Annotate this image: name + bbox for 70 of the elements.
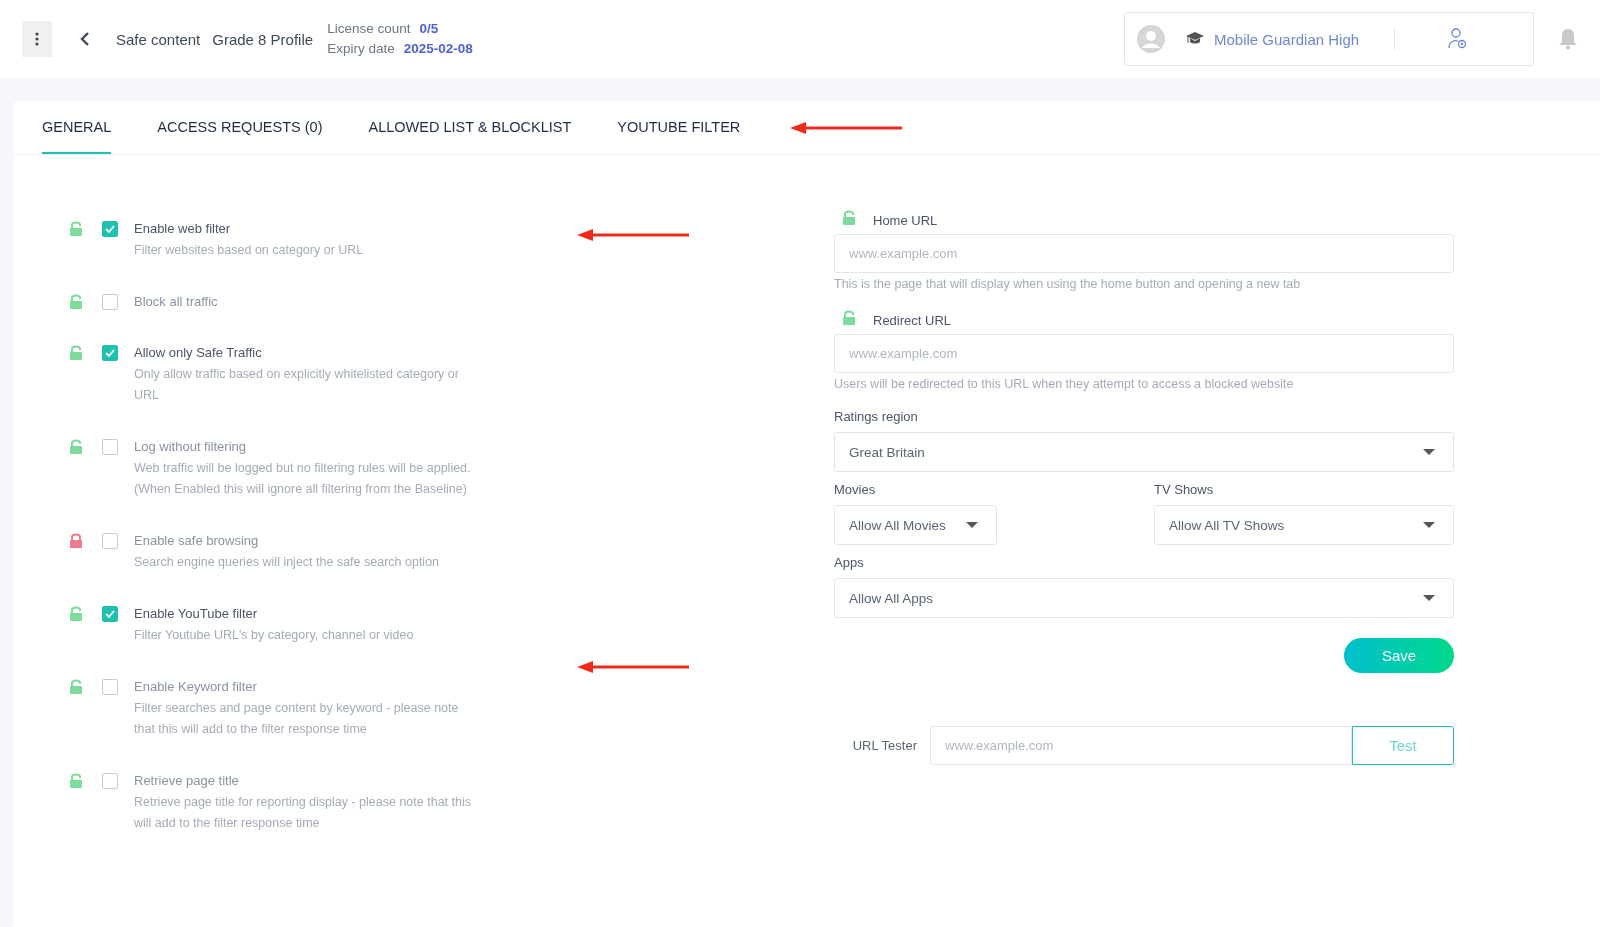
setting-description: Filter websites based on category or URL: [134, 242, 365, 259]
tab[interactable]: ACCESS REQUESTS (0): [157, 102, 323, 154]
setting-title: Enable YouTube filter: [134, 605, 259, 623]
url-tester-input[interactable]: www.example.com: [930, 726, 1352, 765]
menu-icon: [35, 32, 39, 46]
unlock-icon[interactable]: [69, 678, 83, 695]
region-select[interactable]: Great Britain: [834, 432, 1454, 472]
setting-description: Filter Youtube URL's by category, channel or video: [134, 627, 415, 644]
setting-title: Enable web filter: [134, 220, 232, 238]
unlock-icon[interactable]: [842, 309, 856, 326]
checkbox[interactable]: [102, 606, 118, 622]
unlock-icon[interactable]: [69, 772, 83, 789]
checkbox[interactable]: [102, 439, 118, 455]
setting-description: Filter searches and page content by keyword - please note that this will add to the filter response time: [134, 700, 460, 738]
setting-title: Enable safe browsing: [134, 532, 260, 550]
tab[interactable]: ALLOWED LIST & BLOCKLIST: [368, 102, 572, 154]
caret-icon: [966, 522, 978, 528]
setting-title: Enable Keyword filter: [134, 678, 258, 696]
unlock-icon[interactable]: [69, 293, 83, 310]
user-settings-icon[interactable]: [1448, 28, 1469, 50]
checkbox[interactable]: [102, 221, 118, 237]
setting-description: Retrieve page title for reporting display - please note that this will add to the filter response time: [134, 794, 472, 832]
license-label: License count: [327, 21, 411, 36]
lock-icon[interactable]: [69, 532, 83, 549]
tab[interactable]: GENERAL: [42, 102, 112, 154]
back-icon[interactable]: [80, 31, 90, 47]
checkbox[interactable]: [102, 294, 118, 310]
url-input[interactable]: www.example.com: [834, 334, 1454, 373]
expiry-date: 2025-02-08: [403, 41, 473, 56]
unlock-icon[interactable]: [69, 438, 83, 455]
field-label: Movies: [834, 482, 877, 497]
field-label: Redirect URL: [873, 313, 952, 328]
checkbox[interactable]: [102, 773, 118, 789]
unlock-icon[interactable]: [842, 209, 856, 226]
tv-shows-select[interactable]: Allow All TV Shows: [1154, 505, 1454, 545]
url-input[interactable]: www.example.com: [834, 234, 1454, 273]
apps-select[interactable]: Allow All Apps: [834, 578, 1454, 618]
movies-select[interactable]: Allow All Movies: [834, 505, 997, 545]
caret-icon: [1423, 449, 1435, 455]
setting-title: Log without filtering: [134, 438, 247, 456]
checkbox[interactable]: [102, 679, 118, 695]
menu-button[interactable]: [22, 21, 52, 57]
setting-title: Allow only Safe Traffic: [134, 344, 263, 362]
field-label: Ratings region: [834, 409, 919, 424]
caret-icon: [1423, 595, 1435, 601]
breadcrumb-item[interactable]: Safe content: [116, 30, 201, 48]
setting-title: Block all traffic: [134, 293, 219, 311]
caret-icon: [1423, 522, 1435, 528]
avatar-icon: [1137, 25, 1165, 53]
unlock-icon[interactable]: [69, 344, 83, 361]
setting-title: Retrieve page title: [134, 772, 240, 790]
help-text: This is the page that will display when using the home button and opening a new tab: [834, 277, 1302, 291]
expiry-label: Expiry date: [327, 41, 395, 56]
url-tester-label: URL Tester: [851, 738, 917, 753]
checkbox[interactable]: [102, 345, 118, 361]
notification-bell-icon[interactable]: [1558, 28, 1578, 50]
unlock-icon[interactable]: [69, 220, 83, 237]
tab[interactable]: YOUTUBE FILTER: [617, 102, 741, 154]
license-count: 0/5: [419, 21, 439, 36]
unlock-icon[interactable]: [69, 605, 83, 622]
help-text: Users will be redirected to this URL when they attempt to access a blocked website: [834, 377, 1295, 391]
setting-description: Only allow traffic based on explicitly whitelisted category or URL: [134, 366, 460, 404]
setting-description: Web traffic will be logged but no filtering rules will be applied. (When Enabled this will ignore all filtering from the Baseline): [134, 460, 472, 498]
breadcrumb-item[interactable]: Grade 8 Profile: [212, 30, 314, 48]
field-label: Apps: [834, 555, 865, 570]
setting-description: Search engine queries will inject the safe search option: [134, 554, 441, 571]
field-label: Home URL: [873, 213, 938, 228]
checkbox[interactable]: [102, 533, 118, 549]
field-label: TV Shows: [1154, 482, 1215, 497]
school-name[interactable]: Mobile Guardian High: [1214, 30, 1360, 48]
